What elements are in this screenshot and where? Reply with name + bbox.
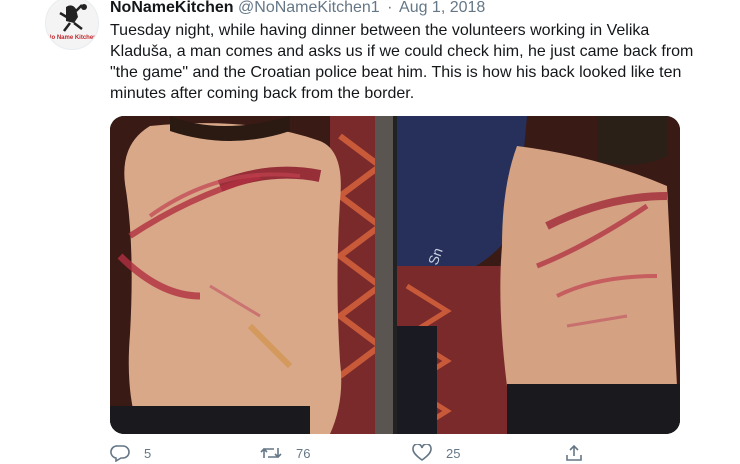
svg-text:No Name Kitchen: No Name Kitchen xyxy=(47,35,97,41)
share-icon xyxy=(566,444,582,461)
reply-button[interactable]: 5 xyxy=(110,444,151,462)
avatar[interactable]: No Name Kitchen xyxy=(45,0,99,50)
photo-left[interactable] xyxy=(110,116,393,434)
tweet-date[interactable]: Aug 1, 2018 xyxy=(399,0,485,16)
like-button[interactable]: 25 xyxy=(412,444,460,462)
author-handle[interactable]: @NoNameKitchen1 xyxy=(238,0,380,16)
no-name-kitchen-logo: No Name Kitchen xyxy=(46,0,98,49)
author-name[interactable]: NoNameKitchen xyxy=(110,0,234,16)
retweet-icon xyxy=(260,447,282,459)
reply-count: 5 xyxy=(144,445,152,461)
like-count: 25 xyxy=(446,445,461,461)
retweet-button[interactable]: 76 xyxy=(260,444,310,462)
photo-right[interactable]: Sn xyxy=(397,116,680,434)
tweet-media[interactable]: Sn xyxy=(110,116,680,434)
heart-icon xyxy=(412,444,432,461)
tweet-actions: 5 76 25 xyxy=(110,444,670,464)
reply-icon xyxy=(110,445,130,462)
tweet: No Name Kitchen NoNameKitchen @NoNameKit… xyxy=(0,0,740,462)
share-button[interactable] xyxy=(565,444,583,462)
tweet-header: NoNameKitchen @NoNameKitchen1 · Aug 1, 2… xyxy=(110,0,485,18)
tweet-text: Tuesday night, while having dinner betwe… xyxy=(110,22,694,102)
retweet-count: 76 xyxy=(296,445,311,461)
separator-dot: · xyxy=(387,0,393,16)
